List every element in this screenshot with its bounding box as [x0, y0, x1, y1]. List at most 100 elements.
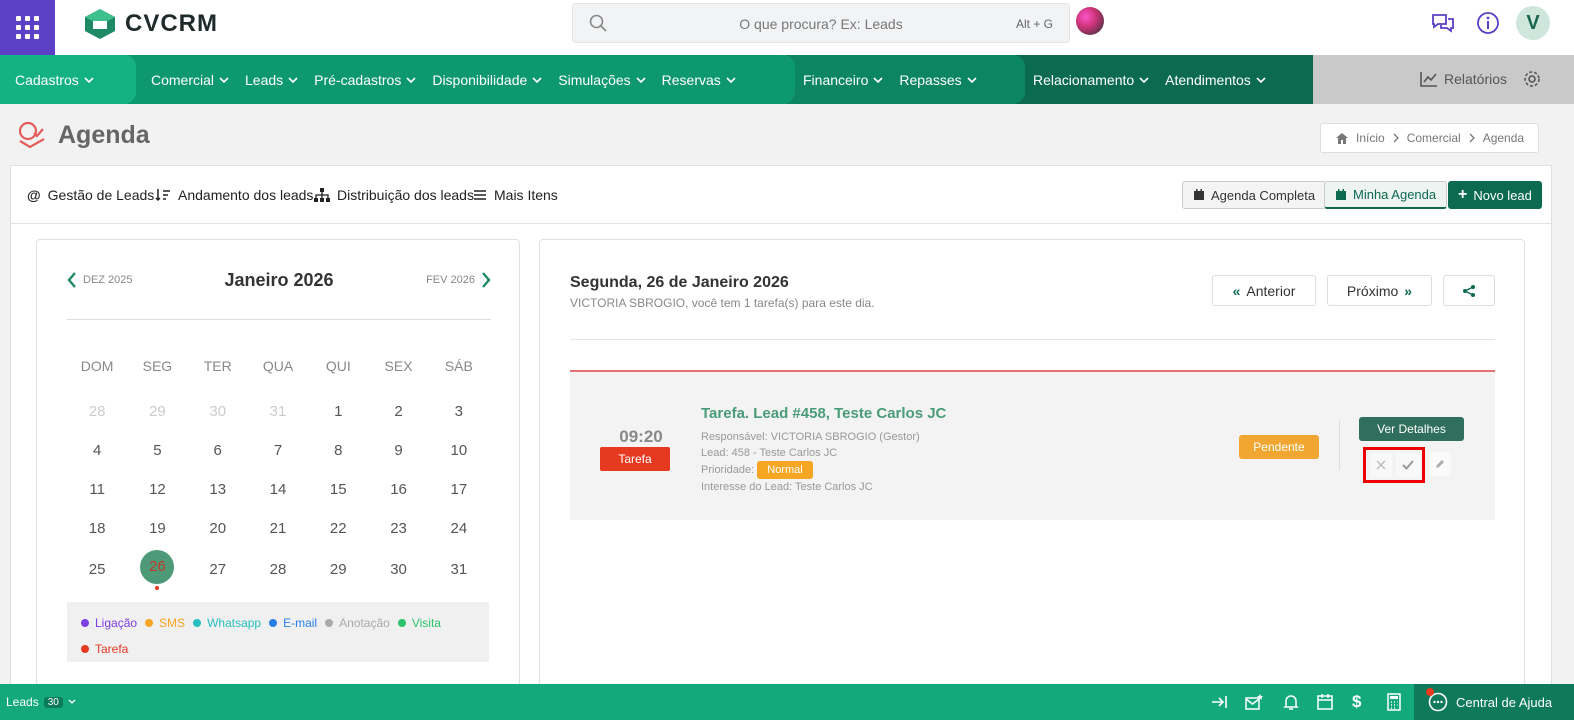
chevron-right-icon [1469, 133, 1475, 143]
mais-itens-link[interactable]: Mais Itens [473, 187, 558, 203]
calendar-day[interactable]: 7 [248, 442, 308, 459]
calendar-day[interactable]: 14 [248, 481, 308, 498]
calculator-icon[interactable] [1385, 693, 1403, 711]
calendar-day[interactable]: 29 [127, 403, 187, 420]
calendar-day[interactable]: 25 [67, 561, 127, 578]
calendar-day[interactable]: 24 [429, 520, 489, 537]
menu-cadastros[interactable]: Cadastros [15, 72, 94, 88]
calendar-day[interactable]: 3 [429, 403, 489, 420]
calendar-day[interactable]: 31 [248, 403, 308, 420]
calendar-day[interactable]: 22 [308, 520, 368, 537]
calendar-day[interactable]: 5 [127, 442, 187, 459]
complete-task-button[interactable] [1396, 453, 1420, 477]
help-center-button[interactable]: Central de Ajuda [1414, 684, 1574, 720]
calendar-icon[interactable] [1316, 693, 1334, 711]
calendar-day[interactable]: 4 [67, 442, 127, 459]
weekday-label: SEG [142, 358, 173, 374]
assistant-orb-icon[interactable] [1076, 7, 1104, 35]
calendar-day[interactable]: 13 [188, 481, 248, 498]
leads-counter[interactable]: Leads 30 [6, 695, 76, 709]
search-input[interactable]: O que procura? Ex: Leads Alt + G [572, 3, 1070, 43]
cvcrm-logo-icon [85, 9, 115, 39]
cancel-task-button[interactable] [1370, 453, 1392, 477]
share-button[interactable] [1443, 275, 1495, 306]
calendar-day[interactable]: 19 [127, 520, 187, 537]
agenda-subtitle: VICTORIA SBROGIO, você tem 1 tarefa(s) p… [570, 296, 875, 310]
gestao-leads-link[interactable]: @ Gestão de Leads [27, 187, 154, 203]
chevron-down-icon [636, 76, 646, 83]
notification-dot [1426, 688, 1434, 696]
calendar-day[interactable]: 16 [368, 481, 428, 498]
task-interesse: Interesse do Lead: Teste Carlos JC [701, 481, 873, 493]
novo-lead-button[interactable]: + Novo lead [1448, 181, 1542, 209]
chat-icon[interactable] [1430, 10, 1456, 36]
menu-simulacoes[interactable]: Simulações [558, 72, 646, 88]
calendar-day[interactable]: 6 [188, 442, 248, 459]
top-bar: CVCRM O que procura? Ex: Leads Alt + G V [0, 0, 1574, 55]
menu-comercial[interactable]: Comercial [151, 72, 229, 88]
anterior-button[interactable]: « Anterior [1212, 275, 1316, 306]
logo[interactable]: CVCRM [83, 7, 218, 41]
proximo-button[interactable]: Próximo » [1327, 275, 1432, 306]
calendar-day[interactable]: 31 [429, 561, 489, 578]
mail-star-icon[interactable] [1245, 693, 1263, 711]
breadcrumb-comercial[interactable]: Comercial [1407, 131, 1461, 145]
calendar-day[interactable]: 30 [188, 403, 248, 420]
calendar-day[interactable]: 11 [67, 481, 127, 498]
apps-grid-icon[interactable] [0, 0, 55, 55]
chevron-down-icon [532, 76, 542, 83]
calendar-day[interactable]: 1 [308, 403, 368, 420]
help-chat-icon [1426, 688, 1448, 712]
calendar-day[interactable]: 21 [248, 520, 308, 537]
calendar-day[interactable]: 15 [308, 481, 368, 498]
menu-pre-cadastros[interactable]: Pré-cadastros [314, 72, 416, 88]
ver-detalhes-button[interactable]: Ver Detalhes [1359, 417, 1464, 441]
collapse-right-icon[interactable] [1211, 693, 1229, 711]
menu-leads[interactable]: Leads [245, 72, 298, 88]
calendar-day[interactable]: 27 [188, 561, 248, 578]
next-month-button[interactable]: FEV 2026 [426, 272, 491, 288]
distribuicao-leads-link[interactable]: Distribuição dos leads [314, 187, 474, 203]
reports-link[interactable]: Relatórios [1420, 71, 1507, 87]
chevron-down-icon [1139, 76, 1149, 83]
calendar-day[interactable]: 8 [308, 442, 368, 459]
calendar-day[interactable]: 10 [429, 442, 489, 459]
calendar-day[interactable]: 12 [127, 481, 187, 498]
dollar-icon[interactable]: $ [1352, 692, 1370, 711]
info-icon[interactable] [1475, 10, 1501, 36]
andamento-leads-link[interactable]: Andamento dos leads [155, 187, 313, 203]
leads-count-badge: 30 [43, 696, 63, 708]
chevron-down-icon [406, 76, 416, 83]
menu-atendimentos[interactable]: Atendimentos [1165, 72, 1266, 88]
minha-agenda-button[interactable]: Minha Agenda [1324, 181, 1448, 209]
menu-reservas[interactable]: Reservas [662, 72, 736, 88]
edit-task-button[interactable] [1429, 452, 1451, 476]
bell-icon[interactable] [1282, 693, 1300, 711]
calendar-day[interactable]: 23 [368, 520, 428, 537]
calendar-day[interactable]: 20 [188, 520, 248, 537]
menu-relacionamento[interactable]: Relacionamento [1033, 72, 1149, 88]
avatar[interactable]: V [1516, 6, 1550, 40]
calendar-icon [1194, 189, 1204, 200]
calendar-day[interactable]: 2 [368, 403, 428, 420]
status-badge: Pendente [1239, 435, 1319, 459]
calendar-day[interactable]: 18 [67, 520, 127, 537]
calendar-day[interactable]: 9 [368, 442, 428, 459]
gear-icon[interactable] [1523, 70, 1541, 88]
calendar-day[interactable]: 28 [67, 403, 127, 420]
calendar-day[interactable]: 30 [368, 561, 428, 578]
calendar-day-selected[interactable]: 26 [127, 549, 187, 590]
task-title[interactable]: Tarefa. Lead #458, Teste Carlos JC [701, 405, 946, 422]
weekday-label: QUI [325, 358, 351, 374]
menu-financeiro[interactable]: Financeiro [803, 72, 883, 88]
calendar-day[interactable]: 28 [248, 561, 308, 578]
close-icon [1376, 460, 1386, 470]
share-icon [1463, 284, 1475, 297]
agenda-completa-button[interactable]: Agenda Completa [1182, 181, 1327, 209]
calendar-day[interactable]: 29 [308, 561, 368, 578]
breadcrumb-home[interactable]: Início [1356, 131, 1385, 145]
menu-repasses[interactable]: Repasses [899, 72, 977, 88]
task-time: 09:20 [619, 427, 663, 446]
calendar-day[interactable]: 17 [429, 481, 489, 498]
menu-disponibilidade[interactable]: Disponibilidade [432, 72, 542, 88]
